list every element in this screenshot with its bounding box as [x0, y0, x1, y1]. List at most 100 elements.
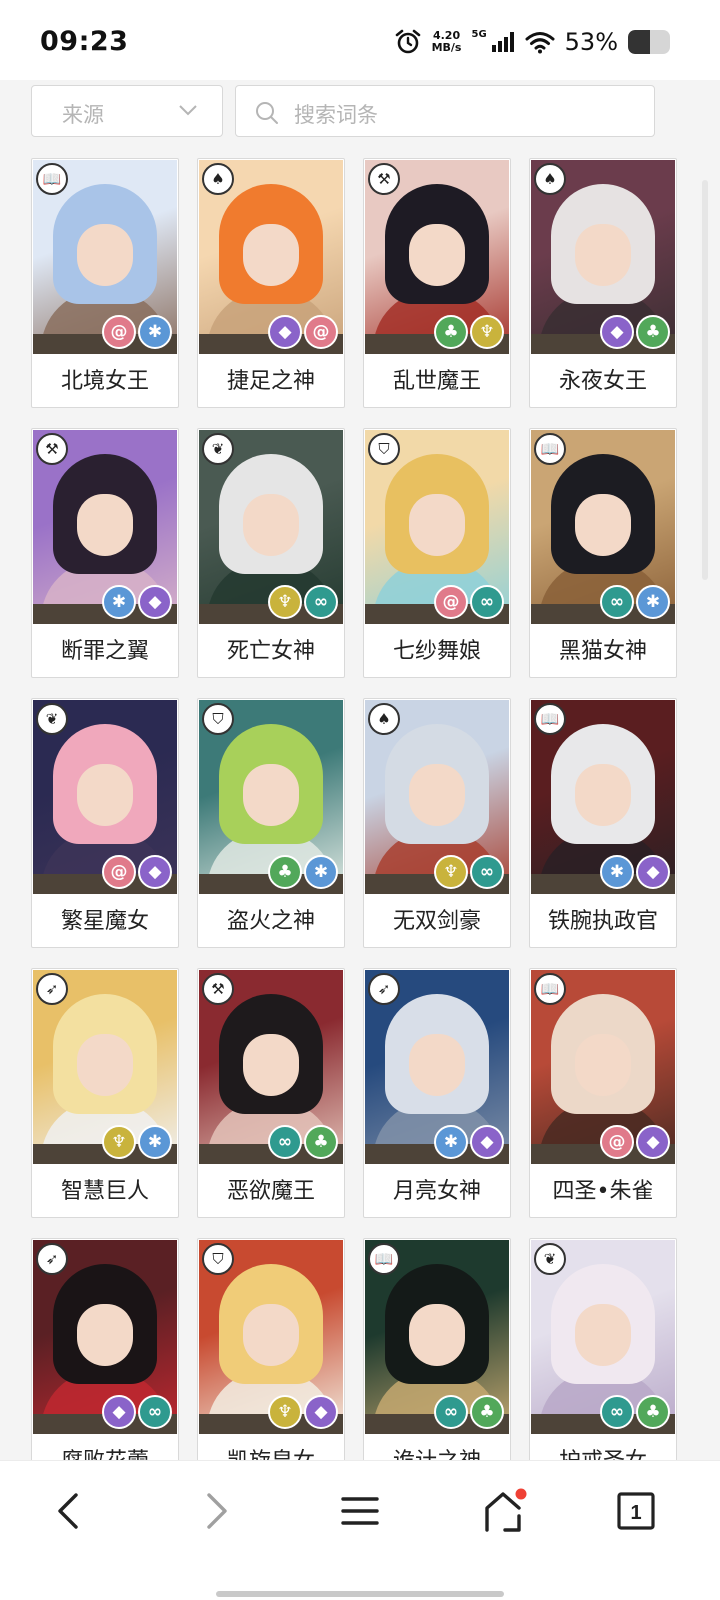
spiral-element-icon: @: [600, 1125, 634, 1159]
wave-element-icon: ∞: [138, 1395, 172, 1429]
home-icon: [485, 1488, 527, 1532]
character-name: 月亮女神: [392, 1179, 481, 1204]
status-time: 09:23: [40, 26, 129, 57]
character-card[interactable]: 📖 ∞♣ 诡计之神: [363, 1238, 511, 1460]
filter-row: 来源 搜索词条: [31, 85, 655, 137]
book-class-icon: 📖: [534, 973, 566, 1005]
wave-element-icon: ∞: [600, 1395, 634, 1429]
spiral-element-icon: @: [102, 315, 136, 349]
character-card[interactable]: ♠ ♆ ∞ 无双剑豪: [363, 698, 511, 948]
character-card[interactable]: ➶ ♆ ✱ 智慧巨人: [31, 968, 179, 1218]
character-name: 凯旋皇女: [198, 1436, 344, 1460]
alarm-icon: [395, 29, 420, 54]
bow-class-icon: ➶: [368, 973, 400, 1005]
bow-class-icon: ➶: [36, 973, 68, 1005]
violet-element-icon: ◆: [470, 1125, 504, 1159]
search-input[interactable]: 搜索词条: [235, 85, 655, 137]
book-class-icon: 📖: [534, 433, 566, 465]
leaf-element-icon: ♣: [470, 1395, 504, 1429]
character-card[interactable]: ⚒ ✱ ◆ 断罪之翼: [31, 428, 179, 678]
home-button[interactable]: [474, 1481, 534, 1541]
character-card[interactable]: ⛉ @ ∞ 七纱舞娘: [363, 428, 511, 678]
character-name: 诡计之神: [364, 1436, 510, 1460]
wave-element-icon: ∞: [268, 1125, 302, 1159]
back-arrow-icon: [58, 1493, 78, 1529]
character-name: 捷足之神: [226, 369, 315, 394]
tabs-icon: 1: [617, 1492, 655, 1530]
portrait-face: [575, 1304, 631, 1366]
source-dropdown[interactable]: 来源: [31, 85, 223, 137]
gesture-bar[interactable]: [216, 1591, 504, 1597]
character-card[interactable]: ⛉ ♣ ✱ 盗火之神: [197, 698, 345, 948]
flame-class-icon: ♠: [202, 163, 234, 195]
search-placeholder: 搜索词条: [294, 103, 378, 127]
portrait-face: [575, 764, 631, 826]
menu-icon: [341, 1497, 379, 1525]
portrait-face: [77, 494, 133, 556]
wing-element-icon: ♆: [268, 1395, 302, 1429]
forward-arrow-icon: [207, 1493, 227, 1529]
tabs-button[interactable]: 1: [606, 1481, 666, 1541]
character-card[interactable]: ⛉ ♆◆ 凯旋皇女: [197, 1238, 345, 1460]
bow-class-icon: ➶: [36, 1243, 68, 1275]
leaf-element-icon: ♣: [636, 1395, 670, 1429]
character-grid: 📖 @ ✱ 北境女王 ♠ ◆ @ 捷足之神 ⚒ ♣ ♆ 乱世魔王 ♠ ◆ ♣ 永夜女王 ⚒ ✱ ◆ 断罪之翼 ❦ ♆ ∞ 死亡…: [31, 158, 691, 1460]
status-icons: 4.20 MB/s 5G 53%: [394, 22, 670, 62]
character-card[interactable]: 📖 @ ✱ 北境女王: [31, 158, 179, 408]
character-card[interactable]: ➶ ◆∞ 腐败花蕾: [31, 1238, 179, 1460]
network-type: 5G: [471, 28, 487, 40]
wing-element-icon: ♆: [470, 315, 504, 349]
shield-class-icon: ⛉: [202, 703, 234, 735]
star-element-icon: ✱: [138, 315, 172, 349]
character-card[interactable]: ⚒ ♣ ♆ 乱世魔王: [363, 158, 511, 408]
spiral-element-icon: @: [102, 855, 136, 889]
character-name: 七纱舞娘: [392, 639, 481, 664]
character-card[interactable]: ❦ @ ◆ 繁星魔女: [31, 698, 179, 948]
character-card[interactable]: ❦ ∞♣ 护戒圣女: [529, 1238, 677, 1460]
star-element-icon: ✱: [102, 585, 136, 619]
star-element-icon: ✱: [434, 1125, 468, 1159]
character-card[interactable]: 📖 ✱ ◆ 铁腕执政官: [529, 698, 677, 948]
character-card[interactable]: ♠ ◆ @ 捷足之神: [197, 158, 345, 408]
character-name: 腐败花蕾: [32, 1436, 178, 1460]
portrait-face: [575, 1034, 631, 1096]
character-name: 繁星魔女: [60, 909, 149, 934]
violet-element-icon: ◆: [304, 1395, 338, 1429]
flame-class-icon: ♠: [368, 703, 400, 735]
forward-button[interactable]: [185, 1481, 245, 1541]
portrait-face: [409, 1304, 465, 1366]
portrait-face: [243, 1304, 299, 1366]
star-element-icon: ✱: [304, 855, 338, 889]
character-name: 智慧巨人: [60, 1179, 149, 1204]
character-card[interactable]: 📖 ∞ ✱ 黑猫女神: [529, 428, 677, 678]
star-element-icon: ✱: [636, 585, 670, 619]
feather-class-icon: ❦: [36, 703, 68, 735]
tab-count: 1: [630, 1502, 641, 1524]
portrait-face: [575, 494, 631, 556]
character-card[interactable]: 📖 @ ◆ 四圣•朱雀: [529, 968, 677, 1218]
spiral-element-icon: @: [434, 585, 468, 619]
leaf-element-icon: ♣: [636, 315, 670, 349]
status-bar: 09:23 4.20 MB/s 5G 53%: [0, 0, 720, 80]
violet-element-icon: ◆: [268, 315, 302, 349]
back-button[interactable]: [40, 1481, 100, 1541]
wifi-icon: [525, 32, 555, 54]
scrollbar[interactable]: [702, 180, 708, 580]
character-card[interactable]: ➶ ✱ ◆ 月亮女神: [363, 968, 511, 1218]
hammer-class-icon: ⚒: [368, 163, 400, 195]
menu-button[interactable]: [330, 1481, 390, 1541]
character-name: 黑猫女神: [558, 639, 647, 664]
notification-dot: [515, 1488, 527, 1500]
wave-element-icon: ∞: [434, 1395, 468, 1429]
character-card[interactable]: ♠ ◆ ♣ 永夜女王: [529, 158, 677, 408]
character-name: 护戒圣女: [530, 1436, 676, 1460]
source-dropdown-label: 来源: [62, 103, 104, 127]
wave-element-icon: ∞: [304, 585, 338, 619]
violet-element-icon: ◆: [636, 855, 670, 889]
character-card[interactable]: ⚒ ∞ ♣ 恶欲魔王: [197, 968, 345, 1218]
character-card[interactable]: ❦ ♆ ∞ 死亡女神: [197, 428, 345, 678]
feather-class-icon: ❦: [534, 1243, 566, 1275]
character-name: 无双剑豪: [392, 909, 481, 934]
signal-icon: [491, 32, 514, 52]
book-class-icon: 📖: [368, 1243, 400, 1275]
